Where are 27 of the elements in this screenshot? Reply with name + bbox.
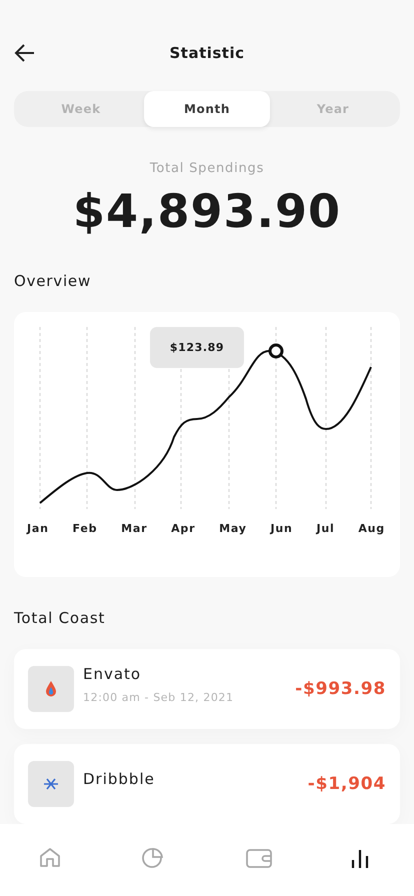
month-label: Feb [72,522,98,535]
month-label: Jul [316,522,335,535]
month-label: Jun [270,522,293,535]
section-title: Overview [14,272,92,290]
period-tab[interactable]: Month [144,91,270,127]
month-label: Mar [121,522,148,535]
transaction-card[interactable]: Dribbble -$1,904 [14,744,400,824]
transaction-time: 12:00 am - Seb 12, 2021 [83,690,235,704]
back-button[interactable] [14,42,36,64]
wallet-icon[interactable] [246,846,272,870]
transaction-amount: -$1,904 [308,774,386,794]
transaction-card[interactable]: Envato 12:00 am - Seb 12, 2021 -$993.98 [14,649,400,729]
snowflake-icon [43,778,59,790]
merchant-name: Dribbble [83,770,156,788]
merchant-name: Envato [83,664,142,682]
transaction-amount: -$993.98 [295,679,386,699]
month-label: May [219,522,247,535]
section-title: Total Coast [14,609,106,627]
value-tooltip: $123.89 [150,327,244,368]
month-label: Aug [358,522,385,535]
month-label: Jan [27,522,49,535]
total-amount: $4,893.90 [73,184,341,238]
total-label: Total Spendings [150,161,264,176]
month-label: Apr [171,522,196,535]
data-point-marker [268,344,284,358]
page-title: Statistic [169,44,245,62]
drop-icon [45,681,57,697]
